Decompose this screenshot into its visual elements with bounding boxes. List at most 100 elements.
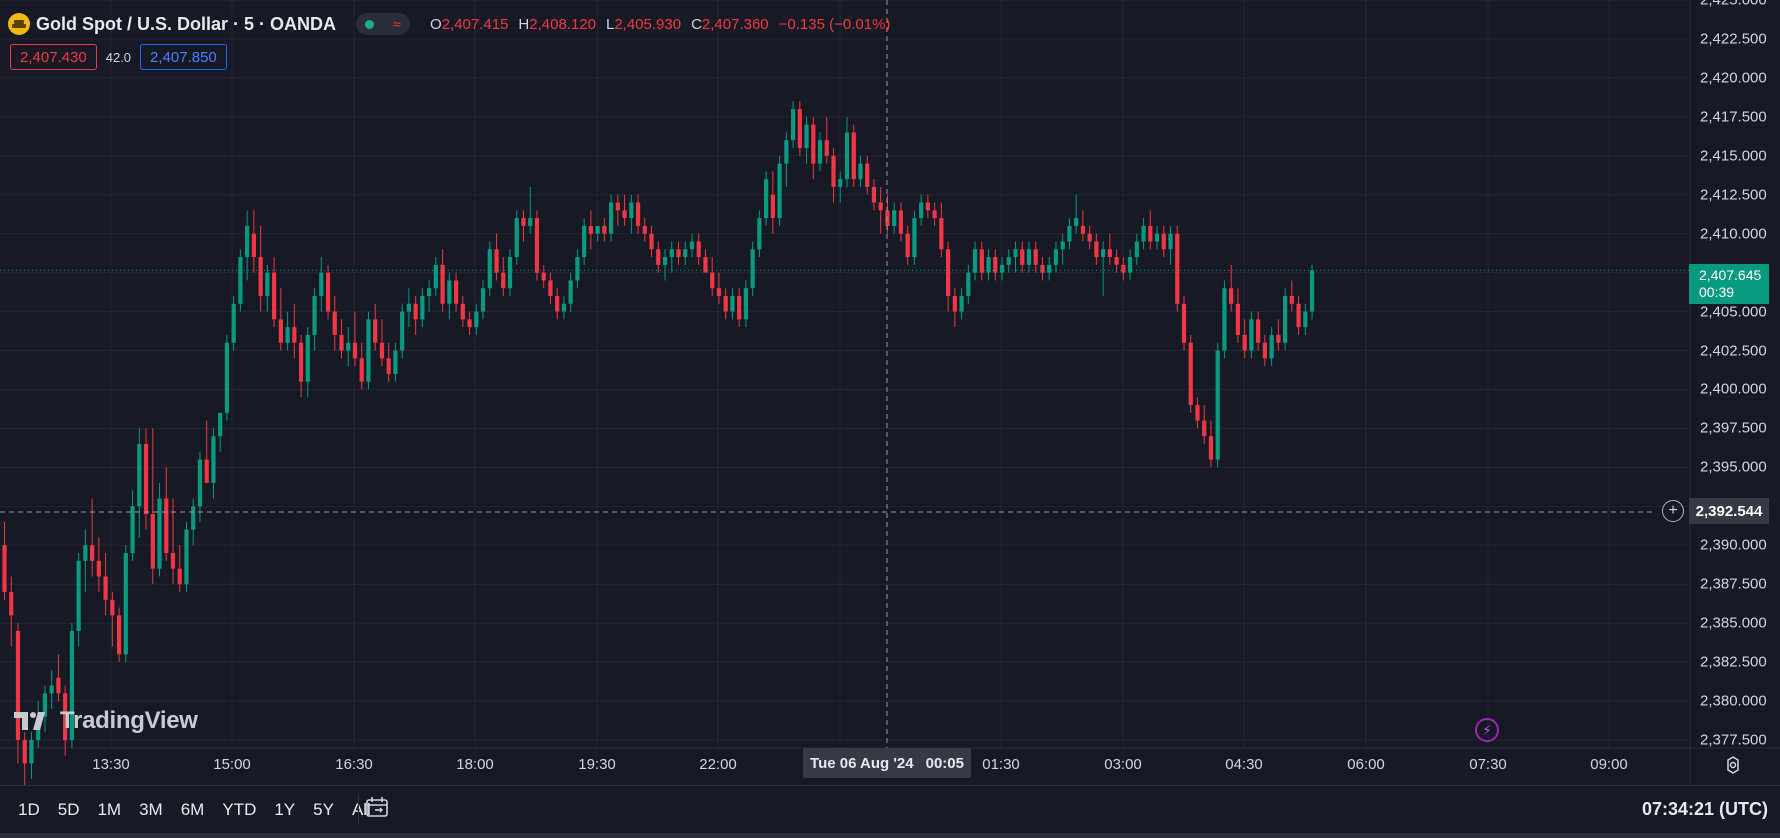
candle-body bbox=[90, 545, 95, 561]
candle-body bbox=[325, 272, 331, 312]
candle-body bbox=[1074, 218, 1079, 226]
tradingview-logo-icon bbox=[14, 712, 45, 730]
chart-area[interactable] bbox=[0, 0, 1780, 838]
candle-body bbox=[689, 241, 695, 250]
time-tick-label: 16:30 bbox=[335, 756, 373, 773]
price-tick-label: 2,420.000 bbox=[1700, 69, 1767, 87]
candle-body bbox=[737, 296, 742, 320]
range-button-5y[interactable]: 5Y bbox=[305, 798, 342, 822]
candle-body bbox=[683, 249, 688, 258]
range-button-1m[interactable]: 1M bbox=[89, 798, 129, 822]
candle-body bbox=[561, 303, 567, 312]
candle-body bbox=[1181, 303, 1187, 343]
candle-body bbox=[1256, 319, 1261, 343]
candle-body bbox=[844, 132, 850, 180]
candle-body bbox=[615, 202, 620, 211]
candle-body bbox=[184, 529, 189, 585]
add-alert-plus-icon[interactable]: + bbox=[1662, 500, 1684, 522]
candle-body bbox=[514, 218, 519, 258]
candle-body bbox=[811, 124, 816, 164]
candle-body bbox=[285, 327, 290, 343]
candle-body bbox=[541, 272, 546, 281]
price-tick-label: 2,402.500 bbox=[1700, 342, 1767, 360]
candle-body bbox=[238, 257, 243, 304]
candle-body bbox=[1006, 257, 1011, 265]
candle-body bbox=[730, 296, 735, 312]
high-value: H2,408.120 bbox=[518, 15, 596, 33]
candle-body bbox=[1060, 241, 1065, 250]
candle-body bbox=[76, 560, 81, 631]
candle-body bbox=[359, 358, 364, 382]
range-button-1y[interactable]: 1Y bbox=[266, 798, 303, 822]
candle-body bbox=[952, 296, 957, 312]
candle-body bbox=[143, 444, 149, 515]
time-tick-label: 03:00 bbox=[1104, 756, 1142, 773]
candle-body bbox=[892, 210, 897, 226]
candle-body bbox=[379, 342, 385, 359]
candle-body bbox=[2, 545, 7, 592]
candle-body bbox=[676, 249, 681, 258]
candle-body bbox=[642, 225, 647, 234]
symbol-title[interactable]: Gold Spot / U.S. Dollar · 5 · OANDA bbox=[36, 14, 336, 35]
candle-body bbox=[413, 303, 418, 320]
candle-body bbox=[521, 218, 526, 226]
candle-body bbox=[474, 311, 479, 328]
price-tick-label: 2,377.500 bbox=[1700, 731, 1767, 749]
candle-body bbox=[157, 498, 162, 569]
candle-body bbox=[696, 241, 701, 258]
candle-body bbox=[716, 288, 722, 296]
candle-body bbox=[1013, 249, 1018, 258]
candle-body bbox=[609, 202, 614, 234]
candle-body bbox=[966, 272, 971, 296]
candle-body bbox=[1047, 264, 1052, 273]
candle-body bbox=[83, 545, 88, 561]
market-status-pill[interactable]: ≈ bbox=[356, 13, 411, 35]
candle-body bbox=[1026, 249, 1032, 265]
symbol-legend[interactable]: Gold Spot / U.S. Dollar · 5 · OANDA ≈ O2… bbox=[8, 12, 890, 36]
candle-body bbox=[1222, 288, 1227, 351]
range-button-5d[interactable]: 5D bbox=[50, 798, 88, 822]
calendar-icon bbox=[366, 797, 388, 817]
candle-body bbox=[999, 264, 1005, 273]
candle-body bbox=[332, 311, 337, 335]
candle-body bbox=[939, 218, 944, 250]
range-button-3m[interactable]: 3M bbox=[131, 798, 171, 822]
candle-body bbox=[575, 257, 580, 281]
candle-body bbox=[339, 334, 344, 351]
quote-row: 2,407.430 42.0 2,407.850 bbox=[10, 44, 227, 70]
candle-body bbox=[501, 272, 506, 289]
candle-body bbox=[932, 210, 937, 219]
candlestick-chart[interactable] bbox=[0, 0, 1780, 838]
candle-body bbox=[1141, 225, 1146, 242]
time-tick-label: 15:00 bbox=[213, 756, 251, 773]
buy-button[interactable]: 2,407.850 bbox=[140, 44, 227, 70]
candle-body bbox=[224, 342, 230, 413]
change-value: −0.135 (−0.01%) bbox=[778, 15, 891, 33]
candle-body bbox=[1053, 249, 1059, 265]
candle-body bbox=[979, 249, 984, 273]
candle-body bbox=[56, 677, 61, 694]
candle-body bbox=[662, 257, 668, 265]
candle-body bbox=[1283, 296, 1288, 343]
candle-body bbox=[191, 506, 196, 530]
range-button-6m[interactable]: 6M bbox=[173, 798, 213, 822]
price-tick-label: 2,380.000 bbox=[1700, 692, 1767, 710]
sell-button[interactable]: 2,407.430 bbox=[10, 44, 97, 70]
candle-body bbox=[629, 202, 634, 219]
settings-gear-icon[interactable] bbox=[1724, 756, 1742, 774]
candle-body bbox=[305, 334, 310, 382]
price-tick-label: 2,425.000 bbox=[1700, 0, 1767, 9]
range-button-1d[interactable]: 1D bbox=[10, 798, 48, 822]
candle-body bbox=[534, 218, 540, 273]
low-value: L2,405.930 bbox=[606, 15, 682, 33]
utc-clock[interactable]: 07:34:21 (UTC) bbox=[1642, 799, 1768, 820]
range-selector: 1D 5D 1M 3M 6M YTD 1Y 5Y All bbox=[10, 798, 379, 822]
go-to-date-button[interactable] bbox=[358, 794, 395, 825]
price-tick-label: 2,385.000 bbox=[1700, 614, 1767, 632]
lightning-icon[interactable]: ⚡ bbox=[1475, 718, 1499, 742]
candle-body bbox=[555, 296, 560, 312]
candle-body bbox=[1229, 288, 1234, 304]
candle-body bbox=[710, 272, 715, 289]
range-button-ytd[interactable]: YTD bbox=[214, 798, 264, 822]
price-tick-label: 2,405.000 bbox=[1700, 303, 1767, 321]
